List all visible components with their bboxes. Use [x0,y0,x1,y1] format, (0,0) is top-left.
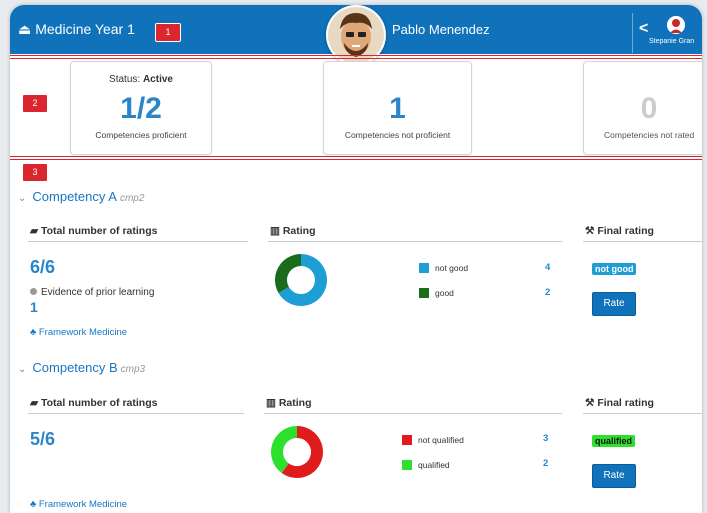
total-ratings-title: ▰ Total number of ratings [30,397,157,409]
legend-swatch [419,263,429,273]
gavel-icon: ⚒ [585,225,595,237]
competency-code: cmp3 [120,364,146,375]
course-title[interactable]: ⏏ Medicine Year 1 [18,21,135,38]
rating-donut-chart [275,254,327,306]
divider [28,241,248,242]
stat-card-not-proficient: 1 Competencies not proficient [323,61,472,155]
divider [583,413,702,414]
final-rating-badge: not good [592,263,637,275]
gavel-icon: ⚒ [585,397,595,409]
donut-slice [275,254,302,293]
stat-value: 1 [389,92,406,125]
evidence-label: Evidence of prior learning [41,287,155,298]
competency-a-header[interactable]: ⌄ Competency Acmp2 [18,189,144,204]
book-icon: ▰ [30,397,39,409]
total-ratings-value: 6/6 [30,257,56,277]
divider [10,156,702,157]
total-ratings-value: 5/6 [30,429,56,449]
user-name[interactable]: Pablo Menendez [392,22,490,37]
rate-button[interactable]: Rate [592,464,636,488]
divider [268,241,562,242]
rate-button[interactable]: Rate [592,292,636,316]
chevron-left-icon[interactable]: < [639,20,648,38]
stat-value: 1/2 [120,92,162,125]
stat-card-not-rated: 0 Competencies not rated [583,61,702,155]
rating-title: ▥ Rating [266,397,312,409]
final-rating-label: Final rating [597,225,654,237]
app-window: ⏏ Medicine Year 1 1 Pablo Menendez < Ste… [10,5,702,513]
competency-name: Competency B [32,360,118,375]
legend-label: not qualified [418,435,464,445]
total-ratings-label: Total number of ratings [41,225,158,237]
framework-label: Framework Medicine [38,327,128,338]
dot-icon [30,288,37,295]
evidence-line: Evidence of prior learning [30,287,154,298]
user-switcher[interactable]: < Stepanie Gran [632,13,702,53]
divider [10,55,702,56]
bar-chart-icon: ▥ [266,397,276,409]
chevron-down-icon[interactable]: ⌄ [18,364,26,375]
book-icon: ▰ [30,225,39,237]
stat-value: 0 [640,92,658,125]
divider [583,241,702,242]
legend-label: qualified [418,460,450,470]
status-line: Status: Active [71,74,211,85]
legend-value: 4 [545,262,551,273]
status-value: Active [142,74,173,85]
legend-swatch [402,460,412,470]
stat-label: Competencies not proficient [344,130,451,140]
sitemap-icon: ♣ [30,327,37,338]
rating-label: Rating [282,225,316,237]
rating-title: ▥ Rating [270,225,316,237]
bar-chart-icon: ▥ [270,225,280,237]
competency-code: cmp2 [119,193,145,204]
evidence-count: 1 [30,299,38,315]
status-prefix: Status: [109,74,141,85]
legend-label: good [435,288,454,298]
total-ratings-label: Total number of ratings [41,397,158,409]
chevron-down-icon[interactable]: ⌄ [18,193,26,204]
divider [28,413,244,414]
stat-label: Competencies proficient [95,130,187,140]
user-avatar[interactable] [326,5,386,65]
donut-slice [271,426,298,474]
rating-donut-chart [271,426,323,478]
final-rating-label: Final rating [597,397,654,409]
sitemap-icon: ♣ [30,499,37,510]
legend-value: 2 [543,458,549,469]
annotation-badge-1: 1 [155,23,181,42]
total-ratings-title: ▰ Total number of ratings [30,225,157,237]
final-rating-title: ⚒ Final rating [585,225,654,237]
rating-label: Rating [278,397,312,409]
framework-link[interactable]: ♣ Framework Medicine [30,499,127,510]
divider [10,58,702,59]
legend-swatch [419,288,429,298]
stat-label: Competencies not rated [604,130,695,140]
final-rating-badge: qualified [592,435,636,447]
stat-card-proficient: Status: Active 1/2 Competencies proficie… [70,61,212,155]
legend-swatch [402,435,412,445]
legend-label: not good [435,263,469,273]
competency-b-header[interactable]: ⌄ Competency Bcmp3 [18,360,145,375]
switch-user-avatar-icon [667,16,685,34]
course-title-label: Medicine Year 1 [35,21,135,37]
divider [10,159,702,160]
divider [264,413,562,414]
top-bar: ⏏ Medicine Year 1 1 Pablo Menendez < Ste… [10,5,702,65]
competency-name: Competency A [32,189,117,204]
annotation-badge-2: 2 [22,94,48,113]
switch-user-name: Stepanie Gran [649,38,695,45]
course-icon: ⏏ [18,21,32,37]
final-rating-title: ⚒ Final rating [585,397,654,409]
legend-value: 2 [545,287,551,298]
annotation-badge-3: 3 [22,163,48,182]
framework-label: Framework Medicine [38,499,128,510]
framework-link[interactable]: ♣ Framework Medicine [30,327,127,338]
legend-value: 3 [543,433,549,444]
